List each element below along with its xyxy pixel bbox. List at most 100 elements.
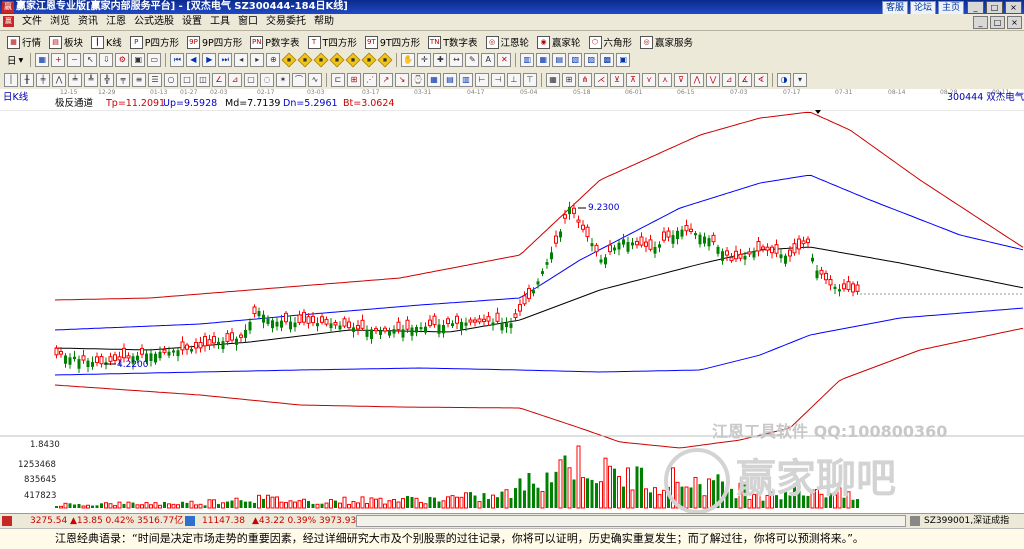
fan-icon[interactable]: ∡: [738, 72, 752, 87]
index-selector[interactable]: SZ399001,深证成指: [924, 514, 1009, 528]
diamond-icon[interactable]: ◆: [281, 52, 297, 68]
layout-icon[interactable]: ▨: [584, 53, 599, 67]
cycle-icon[interactable]: ∿: [308, 72, 322, 87]
fan-icon[interactable]: ⊼: [626, 72, 640, 87]
spiral-icon[interactable]: ◌: [260, 72, 274, 87]
diamond-icon[interactable]: ◆: [297, 52, 313, 68]
forum-link[interactable]: 论坛: [909, 1, 936, 15]
p-number-table-button[interactable]: PN P数字表: [247, 34, 302, 50]
customer-service-link[interactable]: 客服: [881, 1, 908, 15]
box-icon[interactable]: □: [180, 72, 194, 87]
box-range-icon[interactable]: ⊞: [347, 72, 361, 87]
doc-close-button[interactable]: ×: [1007, 16, 1022, 29]
angle-icon[interactable]: ∠: [212, 72, 226, 87]
homepage-link[interactable]: 主页: [937, 1, 964, 15]
fan-icon[interactable]: ⋎: [642, 72, 656, 87]
fan-icon[interactable]: ╧: [68, 72, 82, 87]
horizontal-scrollbar[interactable]: [356, 515, 906, 527]
left-icon[interactable]: ◂: [234, 53, 249, 67]
t-square-button[interactable]: T T四方形: [305, 34, 360, 50]
fan-icon[interactable]: ⋀: [690, 72, 704, 87]
channel-icon[interactable]: ╬: [100, 72, 114, 87]
quote-board-icon[interactable]: ▦: [35, 53, 50, 67]
fan-icon[interactable]: ⊻: [610, 72, 624, 87]
grid-icon[interactable]: ▦: [427, 72, 441, 87]
right-icon[interactable]: ▸: [250, 53, 265, 67]
diamond-icon[interactable]: ◆: [313, 52, 329, 68]
lock-icon[interactable]: ▣: [131, 53, 146, 67]
vertical-line-icon[interactable]: │: [4, 72, 18, 87]
diamond-icon[interactable]: ◆: [361, 52, 377, 68]
layout-icon[interactable]: ▧: [568, 53, 583, 67]
menu-tools[interactable]: 工具: [206, 14, 234, 30]
p-square-button[interactable]: P P四方形: [127, 34, 182, 50]
menu-trade[interactable]: 交易委托: [262, 14, 310, 30]
hexagon-button[interactable]: ⬡ 六角形: [586, 34, 636, 50]
fan-icon[interactable]: ⊿: [722, 72, 736, 87]
ruler-icon[interactable]: ╫: [20, 72, 34, 87]
zigzag-icon[interactable]: ↘: [395, 72, 409, 87]
fibonacci-icon[interactable]: ☰: [148, 72, 162, 87]
menu-formula[interactable]: 公式选股: [130, 14, 178, 30]
arrow-icon[interactable]: ↔: [449, 53, 464, 67]
winner-service-button[interactable]: ◎ 赢家服务: [637, 34, 696, 50]
globe-icon[interactable]: ◑: [777, 72, 791, 87]
bracket-icon[interactable]: ⊏: [331, 72, 345, 87]
fan-icon[interactable]: ⋁: [706, 72, 720, 87]
menu-settings[interactable]: 设置: [178, 14, 206, 30]
fan-icon[interactable]: ⊽: [674, 72, 688, 87]
fibonacci-icon[interactable]: ≡: [132, 72, 146, 87]
prev-page-icon[interactable]: ◀: [186, 53, 201, 67]
close-button[interactable]: ×: [1005, 1, 1022, 14]
eraser-icon[interactable]: ✕: [497, 53, 512, 67]
settings-icon[interactable]: ⚙: [115, 53, 130, 67]
star-icon[interactable]: ✶: [276, 72, 290, 87]
label-icon[interactable]: ▭: [147, 53, 162, 67]
menu-window[interactable]: 窗口: [234, 14, 262, 30]
menu-help[interactable]: 帮助: [310, 14, 338, 30]
square-icon[interactable]: ▢: [244, 72, 258, 87]
maximize-button[interactable]: □: [986, 1, 1003, 14]
channel-icon[interactable]: ╩: [84, 72, 98, 87]
layout-icon[interactable]: ▣: [616, 53, 631, 67]
grid-icon[interactable]: ▥: [459, 72, 473, 87]
layout-icon[interactable]: ▥: [520, 53, 535, 67]
channel-icon[interactable]: ╤: [116, 72, 130, 87]
angle-icon[interactable]: ⊿: [228, 72, 242, 87]
circle-icon[interactable]: ○: [164, 72, 178, 87]
kline-button[interactable]: ┃ K线: [88, 34, 125, 50]
fan-icon[interactable]: ⋔: [578, 72, 592, 87]
cycle-icon[interactable]: ⌒: [292, 72, 306, 87]
menu-file[interactable]: 文件: [18, 14, 46, 30]
fan-icon[interactable]: ∢: [754, 72, 768, 87]
time-icon[interactable]: ⌚: [411, 72, 425, 87]
fan-icon[interactable]: ⋀: [52, 72, 66, 87]
diamond-icon[interactable]: ◆: [345, 52, 361, 68]
pencil-icon[interactable]: ✎: [465, 53, 480, 67]
chevron-down-icon[interactable]: ▾: [793, 72, 807, 87]
hand-icon[interactable]: ✋: [401, 53, 416, 67]
menu-browse[interactable]: 浏览: [46, 14, 74, 30]
diamond-icon[interactable]: ◆: [377, 52, 393, 68]
first-page-icon[interactable]: ⏮: [170, 53, 185, 67]
menu-news[interactable]: 资讯: [74, 14, 102, 30]
text-icon[interactable]: A: [481, 53, 496, 67]
diamond-icon[interactable]: ◆: [329, 52, 345, 68]
9p-square-button[interactable]: 9P 9P四方形: [184, 34, 245, 50]
menu-gann[interactable]: 江恩: [102, 14, 130, 30]
target-icon[interactable]: ⊕: [266, 53, 281, 67]
doc-restore-button[interactable]: □: [990, 16, 1005, 29]
layout-icon[interactable]: ▩: [600, 53, 615, 67]
ruler-icon[interactable]: ⊣: [491, 72, 505, 87]
quotes-button[interactable]: ▦ 行情: [4, 34, 44, 50]
winner-wheel-button[interactable]: ◉ 赢家轮: [534, 34, 584, 50]
9t-square-button[interactable]: 9T 9T四方形: [362, 34, 423, 50]
crosshair-icon[interactable]: ✛: [417, 53, 432, 67]
crosshair-icon[interactable]: ✚: [433, 53, 448, 67]
ruler-icon[interactable]: ⊢: [475, 72, 489, 87]
ruler-icon[interactable]: ╪: [36, 72, 50, 87]
doc-minimize-button[interactable]: _: [973, 16, 988, 29]
arrow-down-icon[interactable]: ⇩: [99, 53, 114, 67]
zigzag-icon[interactable]: ⋰: [363, 72, 377, 87]
next-page-icon[interactable]: ▶: [202, 53, 217, 67]
